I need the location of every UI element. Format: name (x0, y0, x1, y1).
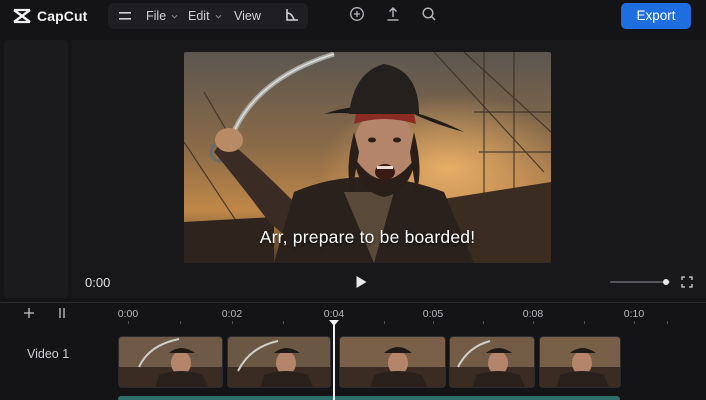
playhead[interactable] (333, 324, 335, 400)
search-icon[interactable] (421, 6, 437, 22)
ruler-label: 0:02 (221, 308, 243, 320)
ruler-tick (533, 321, 534, 324)
menu-edit[interactable]: Edit (188, 8, 222, 24)
clip-thumbnail (540, 337, 620, 387)
video-preview[interactable]: Arr, prepare to be boarded! (184, 52, 551, 263)
track-label-video-1: Video 1 (27, 347, 70, 361)
volume-slider-handle[interactable] (662, 279, 669, 285)
clip-thumbnail (119, 337, 222, 387)
ruler-tick (433, 321, 434, 324)
ruler-tick (384, 321, 385, 324)
ruler-tick (483, 321, 484, 324)
video-clip[interactable] (339, 336, 446, 388)
upload-icon[interactable] (385, 6, 401, 22)
menu-icon[interactable] (116, 7, 134, 25)
audio-track[interactable] (118, 396, 620, 400)
chevron-down-icon (215, 14, 222, 19)
ruler-tick (584, 321, 585, 324)
current-time: 0:00 (85, 275, 111, 290)
clip-thumbnail (450, 337, 534, 387)
ruler-tick (283, 321, 284, 324)
ruler-tick (232, 321, 233, 324)
shape-tool-icon[interactable] (284, 7, 300, 23)
volume-slider[interactable] (610, 281, 670, 283)
ruler-tick (667, 321, 668, 324)
menu-view-label: View (234, 9, 261, 23)
menu-view[interactable]: View (234, 8, 261, 24)
clip-thumbnail (340, 337, 445, 387)
add-track-icon[interactable] (23, 307, 35, 319)
side-panel (4, 40, 68, 298)
ruler-tick (634, 321, 635, 324)
clip-thumbnail (228, 337, 330, 387)
chevron-down-icon (171, 14, 178, 19)
add-circle-icon[interactable] (349, 6, 365, 22)
app-name: CapCut (37, 8, 88, 24)
ruler-label: 0:04 (323, 308, 345, 320)
ruler-label: 0:05 (422, 308, 444, 320)
ruler-label: 0:00 (117, 308, 139, 320)
capcut-logo-icon (13, 8, 31, 24)
video-clip[interactable] (118, 336, 223, 388)
ruler-label: 0:10 (623, 308, 645, 320)
export-button[interactable]: Export (621, 3, 691, 29)
top-bar: CapCut File Edit View Export (0, 0, 706, 36)
menu-bar: File Edit View (108, 3, 308, 29)
ruler-tick (128, 321, 129, 324)
play-icon[interactable] (354, 275, 368, 289)
menu-edit-label: Edit (188, 9, 210, 23)
video-caption: Arr, prepare to be boarded! (259, 227, 476, 247)
video-clip[interactable] (449, 336, 535, 388)
app-logo: CapCut (12, 6, 87, 26)
video-clip[interactable] (539, 336, 621, 388)
ruler-tick (180, 321, 181, 324)
fullscreen-icon[interactable] (681, 276, 693, 288)
menu-file-label: File (146, 9, 167, 23)
menu-file[interactable]: File (146, 8, 178, 24)
ruler-label: 0:08 (522, 308, 544, 320)
split-icon[interactable] (56, 307, 68, 319)
video-clip[interactable] (227, 336, 331, 388)
